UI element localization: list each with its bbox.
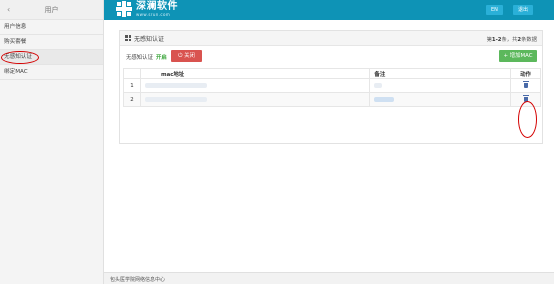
sidebar-item-user-info[interactable]: 用户信息 — [0, 20, 103, 35]
action-cell — [510, 78, 541, 93]
row-index: 1 — [123, 78, 141, 93]
note-cell-redacted — [369, 92, 512, 107]
mac-cell-redacted — [139, 92, 371, 107]
main-content: 无感知认证 第1-2条，共2条数据 无感知认证 开启 ⏻ 关闭 + 增加MAC … — [104, 20, 554, 272]
table-row: 1 — [123, 78, 541, 93]
table-header-row: mac地址 备注 动作 — [123, 68, 541, 79]
auth-label: 无感知认证 — [126, 55, 153, 61]
close-auth-button[interactable]: ⏻ 关闭 — [171, 50, 202, 62]
footer-text: 包头医学院网络信息中心 — [110, 277, 166, 283]
auth-status: 开启 — [156, 55, 167, 61]
seamless-auth-panel: 无感知认证 第1-2条，共2条数据 无感知认证 开启 ⏻ 关闭 + 增加MAC … — [119, 30, 543, 144]
plus-icon: + — [503, 53, 508, 59]
mac-table: mac地址 备注 动作 1 2 — [123, 68, 541, 107]
column-header-action: 动作 — [510, 68, 541, 79]
sidebar-item-buy-package[interactable]: 购买套餐 — [0, 35, 103, 50]
sidebar: ‹ 用户 用户信息 购买套餐 无感知认证 绑定MAC — [0, 0, 104, 284]
sidebar-header: ‹ 用户 — [0, 0, 103, 20]
mac-cell-redacted — [139, 78, 371, 93]
sidebar-title: 用户 — [44, 5, 59, 14]
logo[interactable]: 深澜软件 www.srun.com — [116, 1, 178, 17]
panel-toolbar: 无感知认证 开启 ⏻ 关闭 + 增加MAC — [120, 46, 542, 67]
panel-title: 无感知认证 — [134, 35, 165, 43]
chevron-left-icon[interactable]: ‹ — [7, 5, 10, 14]
footer: 包头医学院网络信息中心 — [104, 272, 554, 284]
column-header-mac: mac地址 — [139, 68, 371, 79]
sidebar-item-bind-mac[interactable]: 绑定MAC — [0, 65, 103, 80]
trash-icon[interactable] — [522, 81, 529, 88]
column-header-note: 备注 — [369, 68, 512, 79]
logout-button[interactable]: 退出 — [513, 5, 534, 15]
row-index: 2 — [123, 92, 141, 107]
column-header-index — [123, 68, 141, 79]
sidebar-item-label: 购买套餐 — [4, 39, 27, 45]
sidebar-item-label: 用户信息 — [4, 24, 27, 30]
highlight-ellipse — [1, 51, 39, 64]
logo-icon — [116, 1, 132, 17]
logo-name: 深澜软件 — [136, 0, 178, 12]
highlight-ellipse — [518, 101, 537, 138]
language-button[interactable]: EN — [486, 5, 503, 15]
sidebar-item-label: 绑定MAC — [4, 69, 28, 75]
note-cell-redacted — [369, 78, 512, 93]
power-icon: ⏻ — [178, 53, 183, 59]
panel-header: 无感知认证 第1-2条，共2条数据 — [120, 31, 542, 46]
table-row: 2 — [123, 92, 541, 107]
top-bar: 深澜软件 www.srun.com EN 退出 — [104, 0, 554, 20]
close-label: 关闭 — [184, 53, 195, 59]
grid-icon — [125, 35, 131, 41]
sidebar-item-seamless-auth[interactable]: 无感知认证 — [0, 50, 103, 65]
add-mac-label: 增加MAC — [509, 53, 533, 59]
logo-url: www.srun.com — [136, 11, 171, 17]
add-mac-button[interactable]: + 增加MAC — [499, 50, 537, 62]
record-count: 第1-2条，共2条数据 — [486, 37, 537, 43]
